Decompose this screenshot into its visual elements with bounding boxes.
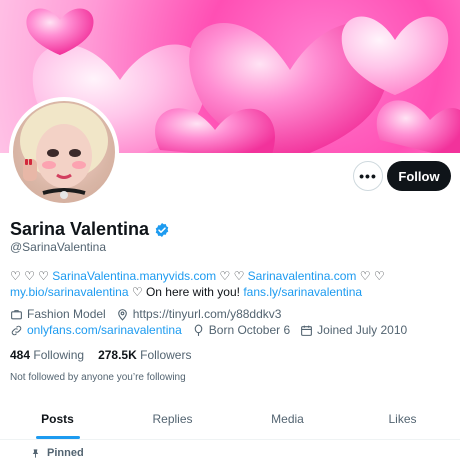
avatar-portrait-image — [20, 103, 108, 199]
profile-meta-row-1: Fashion Model https://tinyurl.com/y88ddk… — [10, 307, 281, 321]
link-icon — [11, 325, 22, 335]
profile-meta-row-2: onlyfans.com/sarinavalentina Born Octobe… — [10, 323, 407, 337]
tab-media[interactable]: Media — [230, 398, 345, 439]
bio-link-website[interactable]: Sarinavalentina.com — [248, 269, 357, 283]
location-item: https://tinyurl.com/y88ddkv3 — [116, 307, 282, 321]
verified-badge-icon[interactable] — [154, 222, 170, 238]
bio-link-mybio[interactable]: my.bio/sarinavalentina — [10, 285, 129, 299]
bio-link-fansly[interactable]: fans.ly/sarinavalentina — [243, 285, 362, 299]
bio-link-manyvids[interactable]: SarinaValentina.manyvids.com — [52, 269, 216, 283]
followers-count: 278.5K — [98, 348, 137, 362]
more-icon: ••• — [359, 168, 377, 184]
tab-likes[interactable]: Likes — [345, 398, 460, 439]
user-handle: @SarinaValentina — [10, 240, 107, 254]
profession-item: Fashion Model — [10, 307, 106, 321]
joined-text: Joined July 2010 — [317, 323, 408, 337]
followers-label: Followers — [140, 348, 192, 362]
follow-counts: 484 Following 278.5K Followers — [10, 348, 191, 362]
bio-line-1: ♡ ♡ ♡ SarinaValentina.manyvids.com ♡ ♡ S… — [10, 268, 450, 284]
bio-line-2: my.bio/sarinavalentina ♡ On here with yo… — [10, 284, 450, 300]
not-followed-note: Not followed by anyone you’re following — [10, 372, 186, 383]
bio-text: ♡ ♡ ♡ — [10, 269, 53, 283]
tab-posts[interactable]: Posts — [0, 398, 115, 439]
website-link[interactable]: onlyfans.com/sarinavalentina — [27, 323, 182, 337]
calendar-icon — [301, 325, 313, 336]
location-text: https://tinyurl.com/y88ddkv3 — [132, 307, 282, 321]
tab-replies[interactable]: Replies — [115, 398, 230, 439]
pinned-indicator: Pinned — [30, 447, 84, 459]
birthday-text: Born October 6 — [208, 323, 291, 337]
more-options-button[interactable]: ••• — [353, 161, 383, 191]
name-row: Sarina Valentina — [10, 219, 170, 240]
pinned-label: Pinned — [47, 447, 84, 459]
following-label: Following — [33, 348, 85, 362]
display-name: Sarina Valentina — [10, 219, 150, 239]
followers-link[interactable]: 278.5K Followers — [98, 348, 191, 362]
profile-tabs: Posts Replies Media Likes — [0, 398, 460, 440]
balloon-icon — [194, 324, 203, 336]
bio-text: ♡ ♡ — [216, 269, 248, 283]
bio-text: ♡ ♡ — [356, 269, 385, 283]
follow-button[interactable]: Follow — [387, 161, 451, 191]
pin-icon — [32, 448, 39, 458]
profile-avatar[interactable] — [9, 97, 119, 207]
following-count: 484 — [10, 348, 31, 362]
bio-text: ♡ On here with you! — [128, 285, 244, 299]
joined-item: Joined July 2010 — [300, 323, 407, 337]
profile-bio: ♡ ♡ ♡ SarinaValentina.manyvids.com ♡ ♡ S… — [10, 268, 450, 300]
website-item: onlyfans.com/sarinavalentina — [10, 323, 182, 337]
following-link[interactable]: 484 Following — [10, 348, 84, 362]
birthday-item: Born October 6 — [192, 323, 290, 337]
briefcase-icon — [11, 309, 22, 319]
location-pin-icon — [117, 308, 127, 321]
profession-text: Fashion Model — [27, 307, 106, 321]
